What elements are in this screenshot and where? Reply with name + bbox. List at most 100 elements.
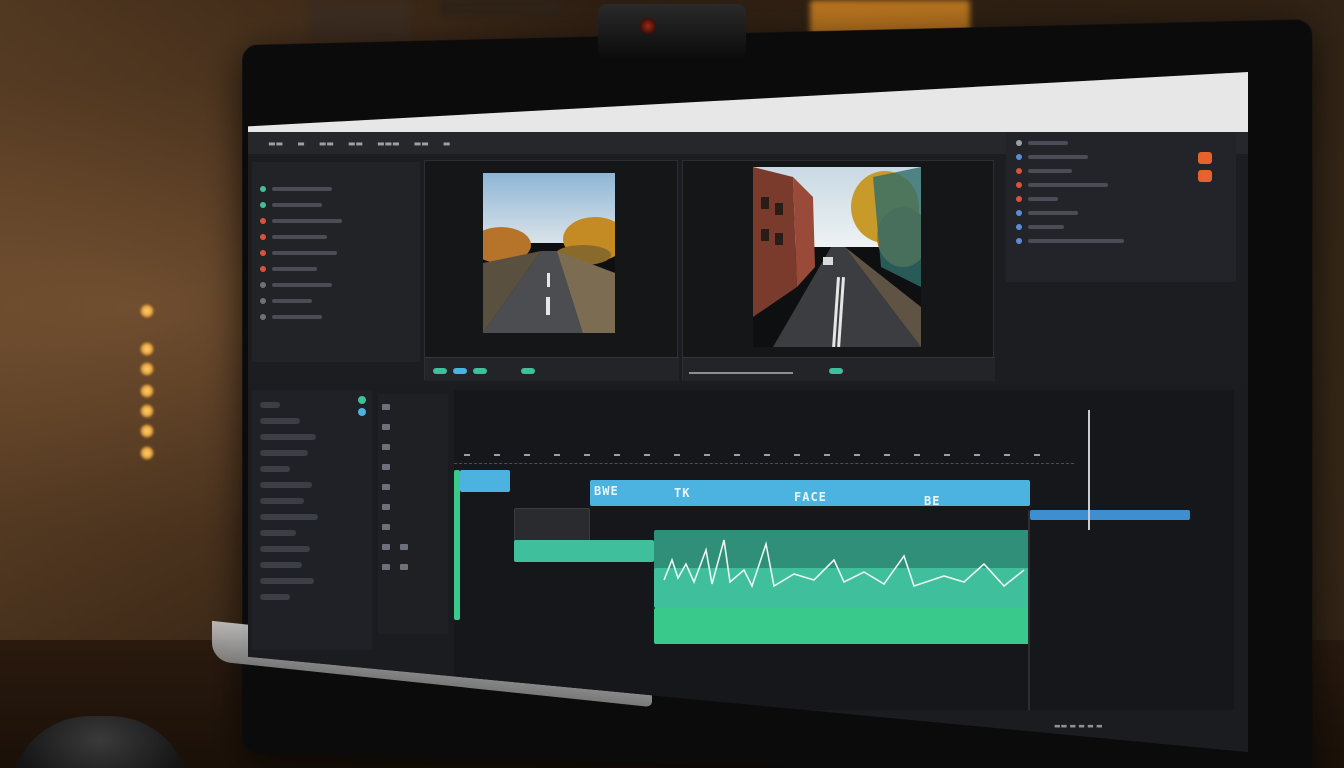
- track-eye-icon[interactable]: [400, 564, 408, 570]
- track-lock-icon[interactable]: [382, 544, 390, 550]
- source-preview-frame[interactable]: [483, 173, 615, 333]
- program-transport: [683, 357, 995, 381]
- track-indicator: [454, 470, 460, 620]
- status-dot-icon: [260, 234, 266, 240]
- list-item[interactable]: [260, 530, 296, 536]
- track-lock-icon[interactable]: [382, 484, 390, 490]
- webcam-lens: [640, 18, 656, 34]
- wall-picture-frame: [310, 0, 410, 40]
- clip-label: FACE: [794, 490, 827, 504]
- source-transport: [425, 357, 679, 381]
- list-item[interactable]: [260, 264, 410, 274]
- clip-insert-button[interactable]: [521, 368, 535, 374]
- list-item[interactable]: [260, 312, 410, 322]
- status-dot-icon: [358, 396, 366, 404]
- list-item[interactable]: [260, 184, 410, 194]
- list-item[interactable]: [1016, 168, 1072, 174]
- list-item[interactable]: [260, 200, 410, 210]
- time-ruler[interactable]: [454, 450, 1074, 464]
- list-item[interactable]: [260, 498, 304, 504]
- track-lock-icon[interactable]: [382, 564, 390, 570]
- status-dot-icon: [260, 250, 266, 256]
- media-bin: [252, 390, 372, 650]
- track-lock-icon[interactable]: [382, 464, 390, 470]
- video-clip[interactable]: [460, 470, 510, 492]
- program-scrubber[interactable]: [689, 372, 793, 374]
- video-clip[interactable]: [514, 508, 590, 542]
- track-lock-icon[interactable]: [382, 504, 390, 510]
- webcam: [598, 4, 746, 58]
- fairy-lights: [128, 296, 168, 486]
- track-lock-icon[interactable]: [382, 404, 390, 410]
- list-item[interactable]: [1016, 196, 1058, 202]
- list-item[interactable]: [1016, 224, 1064, 230]
- list-item[interactable]: [260, 402, 280, 408]
- list-item[interactable]: [1016, 210, 1078, 216]
- street-autumn-image: [753, 167, 921, 347]
- clip-label: BE: [924, 494, 941, 508]
- status-dot-icon: [260, 202, 266, 208]
- source-viewer: [424, 160, 679, 381]
- timeline-tracks[interactable]: BWE TK FACE BE: [454, 390, 1234, 710]
- list-item[interactable]: [260, 450, 308, 456]
- clip-divider: [1028, 510, 1030, 710]
- effects-panel: [1006, 132, 1236, 282]
- status-dot-icon: [358, 408, 366, 416]
- track-lock-icon[interactable]: [382, 424, 390, 430]
- playhead[interactable]: [1088, 410, 1090, 530]
- list-item[interactable]: [260, 216, 410, 226]
- list-item[interactable]: [260, 466, 290, 472]
- list-item[interactable]: [260, 248, 410, 258]
- list-item[interactable]: [1016, 140, 1068, 146]
- clip-label: TK: [674, 486, 691, 500]
- project-panel: [252, 162, 420, 362]
- audio-waveform: [663, 539, 1025, 589]
- list-item[interactable]: [260, 546, 310, 552]
- track-lock-icon[interactable]: [382, 524, 390, 530]
- status-bar: ▬▬ ▬ ▬ ▬ ▬: [1054, 722, 1103, 730]
- audio-clip[interactable]: [514, 540, 654, 562]
- clip-label: BWE: [594, 484, 619, 498]
- warning-badge[interactable]: [1198, 170, 1212, 182]
- warning-badge[interactable]: [1198, 152, 1212, 164]
- list-item[interactable]: [260, 280, 410, 290]
- track-eye-icon[interactable]: [400, 544, 408, 550]
- status-dot-icon: [260, 266, 266, 272]
- status-dot-icon: [260, 186, 266, 192]
- track-headers: [378, 394, 448, 634]
- menu-item[interactable]: ▬: [297, 139, 305, 148]
- road-autumn-image: [483, 173, 615, 333]
- list-item[interactable]: [260, 482, 312, 488]
- status-dot-icon: [260, 282, 266, 288]
- monitor-screen: ▬▬ ▬ ▬▬ ▬▬ ▬▬▬ ▬▬ ▬ BWE TK FACE BE ▬▬ ▬ …: [248, 72, 1248, 752]
- menu-item[interactable]: ▬▬: [268, 139, 283, 148]
- menu-item[interactable]: ▬▬: [414, 139, 429, 148]
- wall-picture-frame: [440, 0, 560, 16]
- status-dot-icon: [260, 314, 266, 320]
- list-item[interactable]: [1016, 238, 1124, 244]
- list-item[interactable]: [1016, 154, 1088, 160]
- program-viewer: [682, 160, 995, 381]
- list-item[interactable]: [260, 562, 302, 568]
- menu-item[interactable]: ▬▬▬: [377, 139, 400, 148]
- menu-item[interactable]: ▬▬: [348, 139, 363, 148]
- list-item[interactable]: [260, 296, 410, 306]
- list-item[interactable]: [260, 232, 410, 242]
- mark-out-button[interactable]: [473, 368, 487, 374]
- menu-item[interactable]: ▬: [443, 139, 451, 148]
- list-item[interactable]: [260, 594, 290, 600]
- play-button[interactable]: [829, 368, 843, 374]
- play-button[interactable]: [433, 368, 447, 374]
- video-clip-extension[interactable]: [1030, 510, 1190, 520]
- program-preview-frame[interactable]: [753, 167, 921, 347]
- list-item[interactable]: [260, 434, 316, 440]
- status-dot-icon: [260, 298, 266, 304]
- status-dot-icon: [260, 218, 266, 224]
- track-lock-icon[interactable]: [382, 444, 390, 450]
- list-item[interactable]: [260, 578, 314, 584]
- list-item[interactable]: [260, 514, 318, 520]
- list-item[interactable]: [260, 418, 300, 424]
- menu-item[interactable]: ▬▬: [319, 139, 334, 148]
- list-item[interactable]: [1016, 182, 1108, 188]
- mark-in-button[interactable]: [453, 368, 467, 374]
